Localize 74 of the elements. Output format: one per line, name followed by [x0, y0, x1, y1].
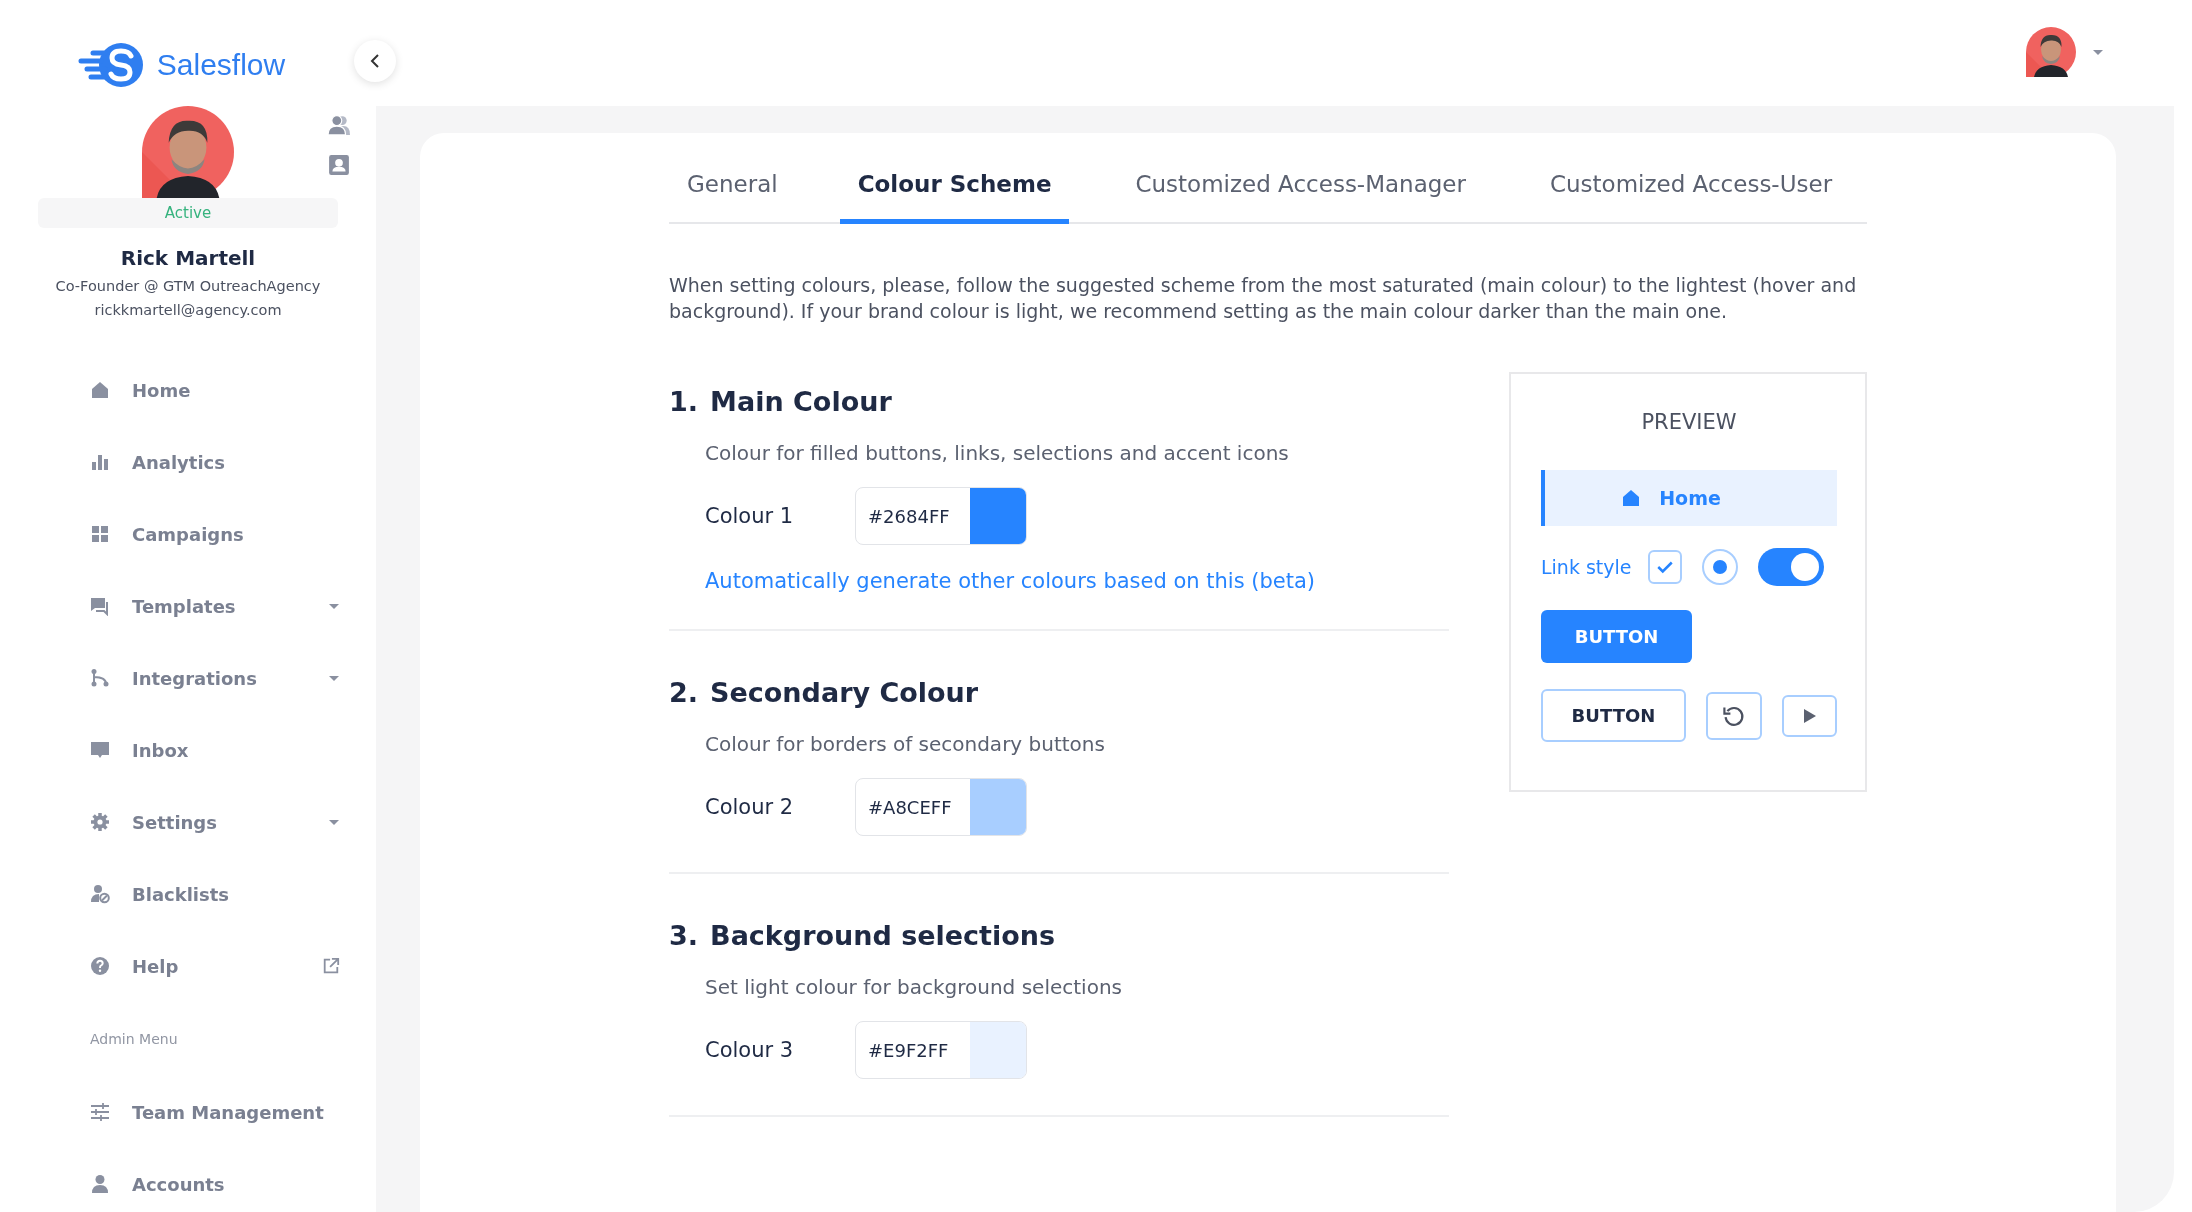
color-swatch[interactable]	[970, 779, 1026, 835]
chat-bubbles-icon	[90, 596, 110, 616]
sidebar-item[interactable]: Settings	[90, 786, 340, 858]
field-label: Colour 1	[705, 504, 795, 528]
section-title: Secondary Colour	[710, 677, 979, 708]
gear-icon	[90, 812, 110, 832]
sidebar-item[interactable]: Help	[90, 930, 340, 1002]
color-swatch[interactable]	[970, 1022, 1026, 1078]
nav-item-preview[interactable]: Home	[1541, 470, 1837, 526]
section-number: 2.	[669, 677, 699, 708]
collapse-button[interactable]	[354, 40, 396, 82]
external-link-icon	[322, 957, 340, 975]
contact-card-icon[interactable]	[328, 154, 350, 176]
link[interactable]: Link style	[1541, 556, 1632, 578]
branch-icon	[90, 668, 110, 688]
bar-chart-icon	[90, 452, 110, 472]
user-email: rickkmartell@agency.com	[94, 302, 282, 318]
person-icon	[90, 1174, 110, 1194]
color-input[interactable]: #E9F2FF	[855, 1021, 1027, 1079]
sidebar-item[interactable]: Team Management	[90, 1076, 340, 1148]
checkbox[interactable]	[1647, 550, 1682, 584]
caret-icon	[328, 674, 340, 682]
caret-icon	[328, 602, 340, 610]
field-label: Colour 2	[705, 795, 795, 819]
sliders-icon	[90, 1102, 110, 1122]
tab[interactable]: Colour Scheme	[839, 157, 1070, 224]
toggle-switch[interactable]	[1757, 548, 1824, 586]
sidebar-item[interactable]: Home	[90, 354, 340, 426]
color-swatch[interactable]	[970, 488, 1026, 544]
check-icon	[1655, 560, 1674, 574]
sidebar-item[interactable]: Analytics	[90, 426, 340, 498]
section-description: Set light colour for background selections	[705, 975, 1123, 999]
play-button[interactable]	[1782, 694, 1837, 737]
sidebar-item[interactable]: Inbox	[90, 714, 340, 786]
message-icon	[90, 740, 110, 760]
field-label: Colour 3	[705, 1038, 795, 1062]
intro-text: When setting colours, please, follow the suggested scheme from the most saturated (main colour) to the lightest (hover and background). If your brand colour is light, we recommend setting as the main colour darker than the main one.	[669, 273, 1858, 324]
generate-link[interactable]: Automatically generate other colours based on this (beta)	[705, 569, 1449, 593]
secondary-button[interactable]: BUTTON	[1541, 689, 1686, 742]
user-role: Co-Founder @ GTM OutreachAgency	[55, 278, 321, 294]
tab[interactable]: Customized Access-User	[1532, 157, 1851, 224]
sidebar-item[interactable]: Templates	[90, 570, 340, 642]
user-blocked-icon	[90, 884, 110, 904]
home-icon	[90, 380, 110, 400]
sidebar-item[interactable]: Integrations	[90, 642, 340, 714]
section-number: 1.	[669, 386, 699, 417]
play-icon	[1802, 707, 1817, 724]
section-description: Colour for borders of secondary buttons	[705, 732, 1106, 756]
users-icon[interactable]	[328, 114, 350, 136]
chevron-left-icon	[370, 53, 380, 69]
refresh-button[interactable]	[1705, 691, 1763, 740]
section-heading: Admin Menu	[90, 1030, 179, 1049]
logo-text: Salesflow	[156, 48, 286, 82]
section-description: Colour for filled buttons, links, selections and accent icons	[705, 441, 1290, 465]
help-icon	[90, 956, 110, 976]
tab[interactable]: Customized Access-Manager	[1117, 157, 1484, 224]
caret-icon	[328, 818, 340, 826]
status-badge: Active	[38, 198, 338, 228]
tab[interactable]: General	[669, 157, 796, 224]
color-input[interactable]: #2684FF	[855, 487, 1027, 545]
sidebar-item[interactable]: Blacklists	[90, 858, 340, 930]
section-title: Background selections	[710, 920, 1056, 951]
preview-title: PREVIEW	[1640, 410, 1738, 434]
user-name: Rick Martell	[120, 246, 256, 270]
primary-button[interactable]: BUTTON	[1541, 610, 1692, 663]
sidebar-item[interactable]: Campaigns	[90, 498, 340, 570]
grid-icon	[90, 524, 110, 544]
radio-button[interactable]	[1701, 549, 1738, 585]
color-input[interactable]: #A8CEFF	[855, 778, 1027, 836]
home-icon	[1621, 488, 1642, 508]
section-number: 3.	[669, 920, 699, 951]
caret-icon	[2092, 48, 2104, 56]
sidebar-item[interactable]: Accounts	[90, 1148, 340, 1212]
section-title: Main Colour	[710, 386, 892, 417]
